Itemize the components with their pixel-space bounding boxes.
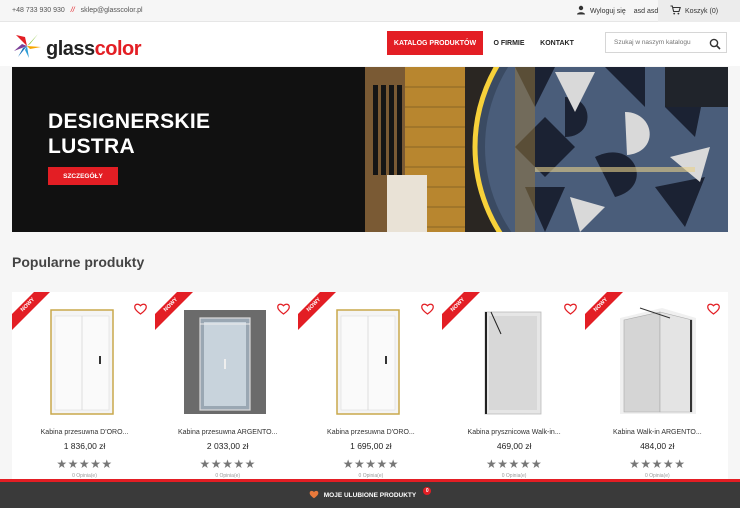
- product-name[interactable]: Kabina przesuwna ARGENTO...: [155, 429, 300, 436]
- wishlist-heart-icon[interactable]: [134, 302, 148, 320]
- product-name[interactable]: Kabina przesuwna D'ORO...: [12, 429, 157, 436]
- product-price: 469,00 zł: [496, 441, 532, 451]
- product-list: NOWY Kabina przesuwna D'ORO... 1 836,00 …: [12, 292, 730, 482]
- product-card[interactable]: NOWY Kabina prysznicowa Walk-in... 469,0…: [441, 292, 587, 482]
- rating-stars: ★★★★★: [56, 457, 113, 471]
- top-bar: +48 733 930 930 // sklep@glasscolor.pl W…: [0, 0, 740, 22]
- main-nav: KATALOG PRODUKTÓW O FIRMIE KONTAKT: [387, 31, 579, 55]
- wishlist-heart-icon[interactable]: [707, 302, 720, 320]
- user-icon: [576, 5, 586, 17]
- product-image[interactable]: [610, 304, 700, 416]
- rating-stars: ★★★★★: [629, 457, 686, 471]
- favorites-count-badge: 0: [423, 487, 432, 495]
- section-title: Popularne produkty: [12, 254, 145, 270]
- product-image[interactable]: [180, 304, 270, 416]
- product-name[interactable]: Kabina prysznicowa Walk-in...: [442, 429, 587, 436]
- email-link[interactable]: sklep@glasscolor.pl: [81, 7, 143, 14]
- product-card[interactable]: NOWY Kabina przesuwna ARGENTO... 2 033,0…: [155, 292, 300, 482]
- logo-text: glasscolor: [46, 37, 142, 60]
- product-price: 1 695,00 zł: [350, 441, 392, 451]
- phone-link[interactable]: +48 733 930 930: [12, 7, 65, 14]
- main-header: glasscolor KATALOG PRODUKTÓW O FIRMIE KO…: [0, 22, 740, 66]
- product-name[interactable]: Kabina przesuwna D'ORO...: [298, 429, 443, 436]
- nav-item-about[interactable]: O FIRMIE: [483, 31, 535, 55]
- product-card[interactable]: NOWY Kabina przesuwna D'ORO... 1 695,00 …: [298, 292, 443, 482]
- logo-icon: [12, 33, 42, 64]
- favorites-bar[interactable]: MOJE ULUBIONE PRODUKTY 0: [0, 482, 740, 508]
- product-price: 484,00 zł: [640, 441, 675, 451]
- product-price: 2 033,00 zł: [206, 441, 249, 451]
- hero-banner[interactable]: DESIGNERSKIE LUSTRA SZCZEGÓŁY: [12, 67, 728, 232]
- contact-info: +48 733 930 930 // sklep@glasscolor.pl: [12, 7, 143, 14]
- product-card[interactable]: NOWY Kabina Walk-in ARGENTO... 484,00 zł…: [584, 292, 730, 482]
- product-image[interactable]: [37, 304, 127, 416]
- banner-bathroom-image: [365, 67, 728, 232]
- user-name-link[interactable]: asd asd: [634, 8, 659, 15]
- product-card[interactable]: NOWY Kabina przesuwna D'ORO... 1 836,00 …: [12, 292, 157, 482]
- heart-icon: [309, 490, 319, 501]
- search-input[interactable]: [614, 39, 710, 46]
- logout-link[interactable]: Wyloguj się: [590, 8, 626, 15]
- rating-stars: ★★★★★: [199, 457, 256, 471]
- product-image[interactable]: [323, 304, 413, 416]
- wishlist-heart-icon[interactable]: [277, 302, 291, 320]
- product-name[interactable]: Kabina Walk-in ARGENTO...: [585, 429, 730, 436]
- product-price: 1 836,00 zł: [63, 441, 106, 451]
- rating-stars: ★★★★★: [485, 457, 543, 471]
- product-image[interactable]: [467, 304, 557, 416]
- banner-details-button[interactable]: SZCZEGÓŁY: [48, 167, 118, 185]
- rating-stars: ★★★★★: [342, 457, 400, 471]
- wishlist-heart-icon[interactable]: [563, 302, 577, 320]
- nav-item-catalog[interactable]: KATALOG PRODUKTÓW: [387, 31, 483, 55]
- cart-button[interactable]: Koszyk (0): [658, 0, 740, 22]
- wishlist-heart-icon[interactable]: [420, 302, 434, 320]
- search-box: [605, 32, 727, 53]
- cart-label: Koszyk (0): [685, 7, 719, 15]
- search-icon[interactable]: [709, 37, 721, 55]
- logo[interactable]: glasscolor: [12, 33, 142, 64]
- account-area: Wyloguj się asd asd: [576, 5, 658, 17]
- favorites-label: MOJE ULUBIONE PRODUKTY: [323, 491, 417, 499]
- contact-separator: //: [70, 7, 75, 14]
- cart-icon: [670, 5, 681, 17]
- nav-item-contact[interactable]: KONTAKT: [535, 31, 579, 55]
- banner-title: DESIGNERSKIE LUSTRA: [48, 110, 211, 158]
